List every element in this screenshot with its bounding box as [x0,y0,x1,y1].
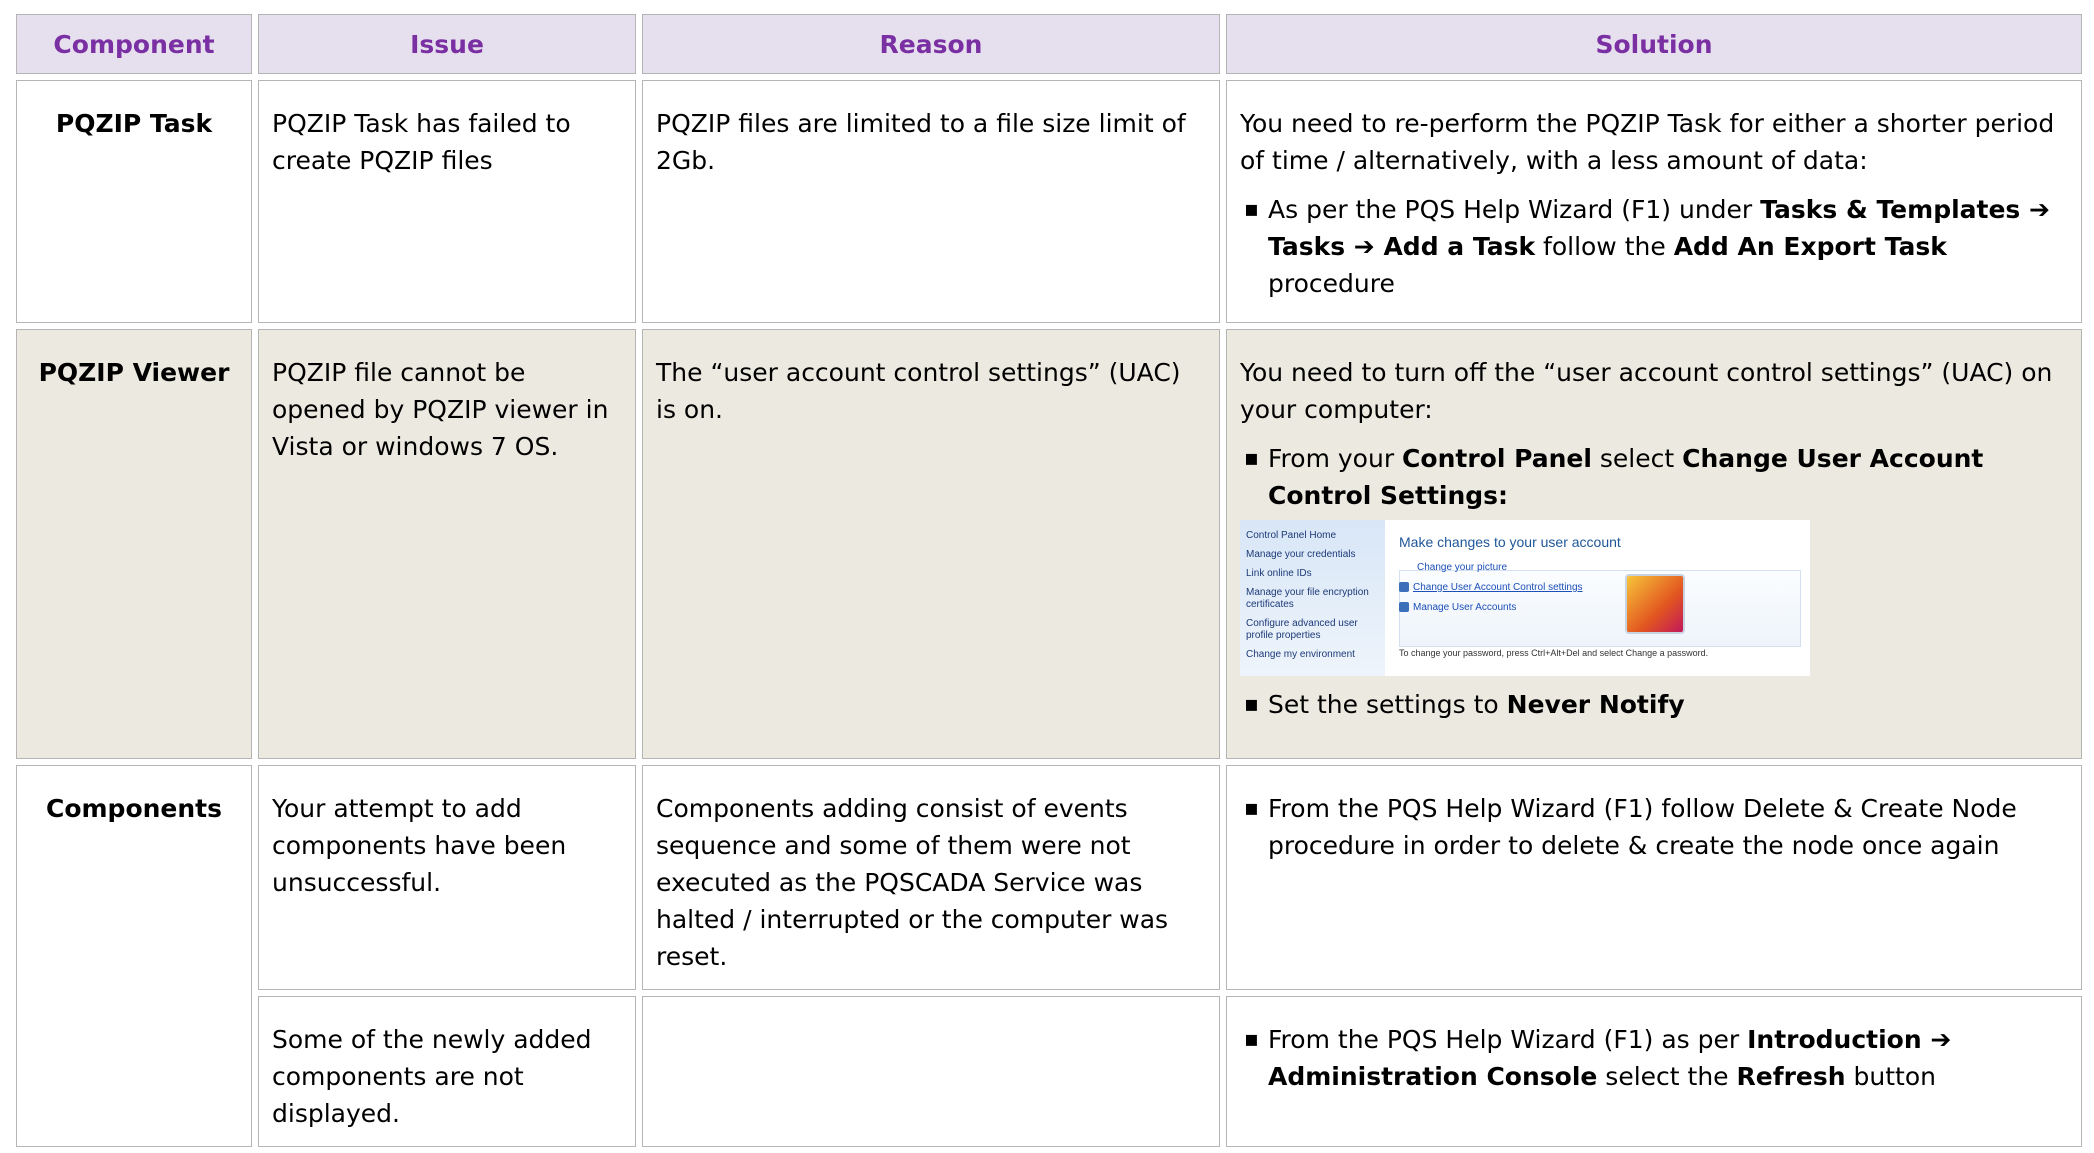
screenshot-note: To change your password, press Ctrl+Alt+… [1399,648,1709,658]
solution-intro: You need to turn off the “user account c… [1240,358,2053,424]
table-row: Components Your attempt to add component… [16,765,2082,1147]
screenshot-sidebar-item: Control Panel Home [1246,530,1337,541]
screenshot-link: Change your picture [1417,562,1508,573]
table-row: Some of the newly added components are n… [16,996,2082,1147]
list-item: As per the PQS Help Wizard (F1) under Ta… [1244,191,2068,302]
shield-icon [1399,602,1409,613]
screenshot-link: Change User Account Control settings [1413,582,1583,593]
reason-cell: PQZIP files are limited to a file size l… [642,80,1220,323]
solution-list: Set the settings to Never Notify [1240,686,2068,723]
solution-cell: You need to re-perform the PQZIP Task fo… [1226,80,2082,323]
reason-cell: Components adding consist of events sequ… [642,765,1220,990]
solution-cell: You need to turn off the “user account c… [1226,329,2082,759]
list-item: From your Control Panel select Change Us… [1244,440,2068,514]
issue-cell: Some of the newly added components are n… [258,996,636,1147]
uac-screenshot: Control Panel Home Manage your credentia… [1240,520,1810,676]
screenshot-sidebar-item: Manage your credentials [1246,549,1356,560]
header-solution: Solution [1226,14,2082,74]
screenshot-title: Make changes to your user account [1399,534,1621,550]
component-cell: PQZIP Task [16,80,252,323]
issue-cell: Your attempt to add components have been… [258,765,636,990]
table-row: PQZIP Task PQZIP Task has failed to crea… [16,80,2082,323]
solution-list: From the PQS Help Wizard (F1) follow Del… [1240,790,2068,864]
troubleshooting-table: Component Issue Reason Solution PQZIP Ta… [10,8,2088,1153]
solution-list: From the PQS Help Wizard (F1) as per Int… [1240,1021,2068,1095]
screenshot-sidebar-item: Link online IDs [1246,568,1312,579]
screenshot-sidebar-item: Configure advanced user profile properti… [1246,618,1358,641]
list-item: From the PQS Help Wizard (F1) as per Int… [1244,1021,2068,1095]
issue-cell: PQZIP file cannot be opened by PQZIP vie… [258,329,636,759]
component-cell: Components [16,765,252,1147]
solution-cell: From the PQS Help Wizard (F1) follow Del… [1226,765,2082,990]
solution-list: As per the PQS Help Wizard (F1) under Ta… [1240,191,2068,302]
header-component: Component [16,14,252,74]
reason-cell: The “user account control settings” (UAC… [642,329,1220,759]
solution-cell: From the PQS Help Wizard (F1) as per Int… [1226,996,2082,1147]
table-row: PQZIP Viewer PQZIP file cannot be opened… [16,329,2082,759]
component-cell: PQZIP Viewer [16,329,252,759]
header-row: Component Issue Reason Solution [16,14,2082,74]
list-item: Set the settings to Never Notify [1244,686,2068,723]
screenshot-sidebar-item: Manage your file encryption certificates [1246,587,1369,610]
shield-icon [1399,582,1409,593]
reason-cell [642,996,1220,1147]
screenshot-sidebar: Control Panel Home Manage your credentia… [1240,520,1385,676]
screenshot-sidebar-item: Change my environment [1246,649,1355,660]
screenshot-main: Make changes to your user account Change… [1385,520,1810,676]
solution-intro: You need to re-perform the PQZIP Task fo… [1240,109,2055,175]
issue-cell: PQZIP Task has failed to create PQZIP fi… [258,80,636,323]
solution-list: From your Control Panel select Change Us… [1240,440,2068,514]
header-reason: Reason [642,14,1220,74]
header-issue: Issue [258,14,636,74]
screenshot-link: Manage User Accounts [1413,602,1517,613]
list-item: From the PQS Help Wizard (F1) follow Del… [1244,790,2068,864]
